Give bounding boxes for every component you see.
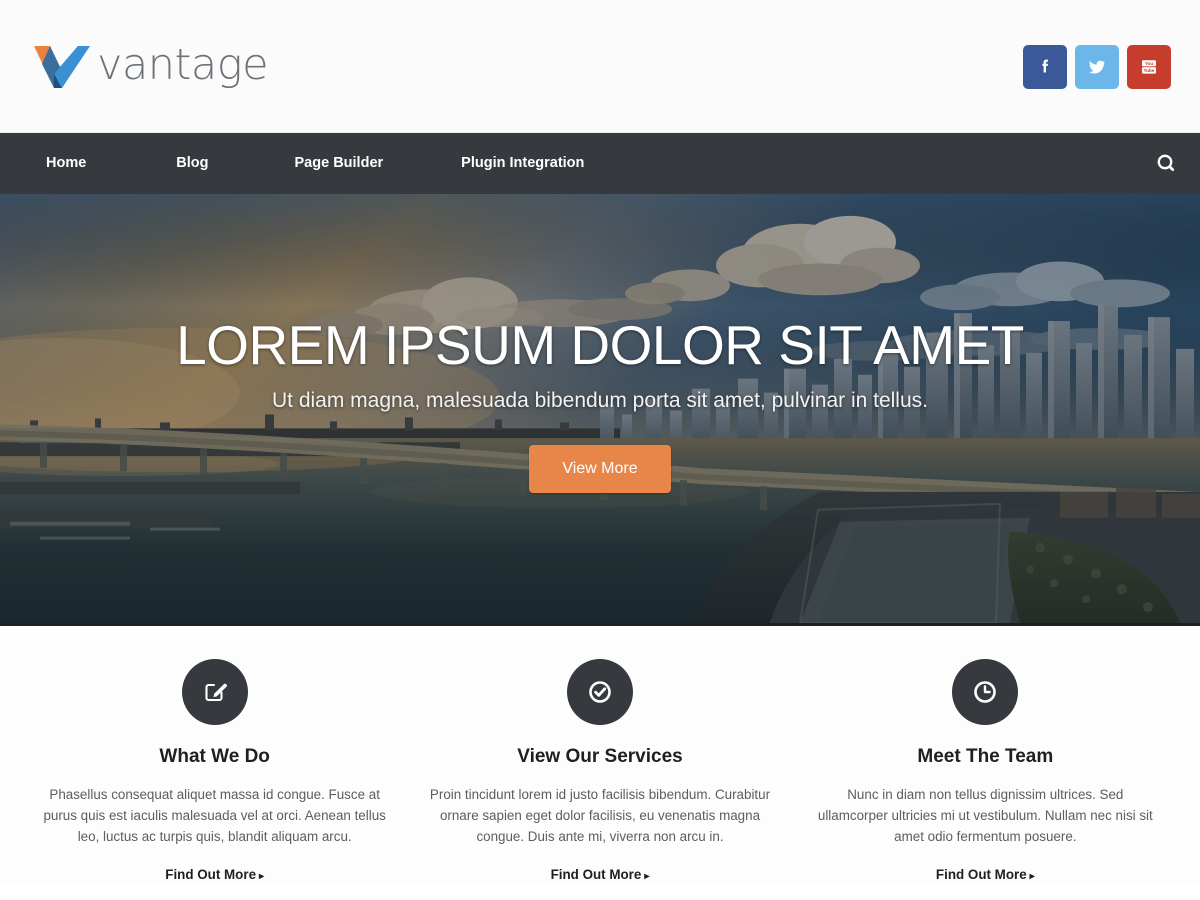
feature-column-what-we-do: What We Do Phasellus consequat aliquet m… — [22, 659, 407, 884]
hero-title: LOREM IPSUM DOLOR SIT AMET — [176, 314, 1024, 376]
view-our-services-icon-circle[interactable] — [566, 659, 633, 725]
main-navigation: Home Blog Page Builder Plugin Integratio… — [0, 133, 1200, 194]
feature-column-meet-the-team: Meet The Team Nunc in diam non tellus di… — [793, 659, 1178, 884]
feature-description: Nunc in diam non tellus dignissim ultric… — [817, 787, 1153, 845]
arrow-right-icon: ▸ — [259, 870, 265, 882]
nav-item-list: Home Blog Page Builder Plugin Integratio… — [0, 133, 660, 194]
feature-column-view-our-services: View Our Services Proin tincidunt lorem … — [407, 659, 792, 884]
site-header: vantage You Tube — [0, 0, 1200, 133]
vantage-logo-mark — [34, 46, 90, 88]
social-links: You Tube — [1023, 45, 1171, 89]
hero-content: LOREM IPSUM DOLOR SIT AMET Ut diam magna… — [0, 314, 1200, 493]
what-we-do-icon-circle[interactable] — [181, 659, 248, 725]
nav-item-plugin-integration[interactable]: Plugin Integration — [447, 133, 598, 194]
youtube-icon: You Tube — [1142, 60, 1156, 74]
find-out-more-link[interactable]: Find Out More ▸ — [165, 867, 264, 882]
youtube-button[interactable]: You Tube — [1127, 45, 1171, 89]
find-out-more-link[interactable]: Find Out More ▸ — [551, 867, 650, 882]
feature-description: Phasellus consequat aliquet massa id con… — [43, 787, 386, 845]
logo-wordmark: vantage — [97, 39, 269, 90]
hero-subtitle: Ut diam magna, malesuada bibendum porta … — [271, 388, 928, 412]
site-logo[interactable]: vantage — [32, 38, 269, 90]
feature-title: View Our Services — [517, 746, 683, 767]
arrow-right-icon: ▸ — [644, 870, 650, 882]
feature-description: Proin tincidunt lorem id justo facilisis… — [429, 787, 771, 845]
find-out-more-label: Find Out More — [165, 866, 257, 882]
clock-icon — [974, 681, 997, 703]
feature-title: Meet The Team — [917, 746, 1054, 767]
meet-the-team-icon-circle[interactable] — [952, 659, 1019, 725]
pencil-square-icon — [205, 683, 227, 702]
search-icon — [1157, 154, 1175, 171]
find-out-more-link[interactable]: Find Out More ▸ — [936, 867, 1035, 882]
hero-banner: LOREM IPSUM DOLOR SIT AMET Ut diam magna… — [0, 194, 1200, 626]
feature-title: What We Do — [159, 746, 270, 767]
facebook-icon — [1042, 59, 1048, 73]
twitter-icon — [1089, 60, 1105, 74]
find-out-more-label: Find Out More — [935, 866, 1027, 882]
facebook-button[interactable] — [1023, 45, 1067, 89]
nav-item-page-builder[interactable]: Page Builder — [281, 133, 398, 194]
view-more-button[interactable]: View More — [529, 444, 671, 493]
features-section: What We Do Phasellus consequat aliquet m… — [0, 626, 1200, 884]
search-button[interactable] — [1128, 133, 1200, 194]
svg-text:Tube: Tube — [1144, 68, 1155, 73]
arrow-right-icon: ▸ — [1029, 870, 1035, 882]
nav-item-blog[interactable]: Blog — [162, 133, 222, 194]
svg-text:You: You — [1145, 61, 1154, 66]
check-circle-icon — [589, 681, 611, 703]
find-out-more-label: Find Out More — [550, 866, 642, 882]
twitter-button[interactable] — [1075, 45, 1119, 89]
nav-item-home[interactable]: Home — [32, 133, 100, 194]
